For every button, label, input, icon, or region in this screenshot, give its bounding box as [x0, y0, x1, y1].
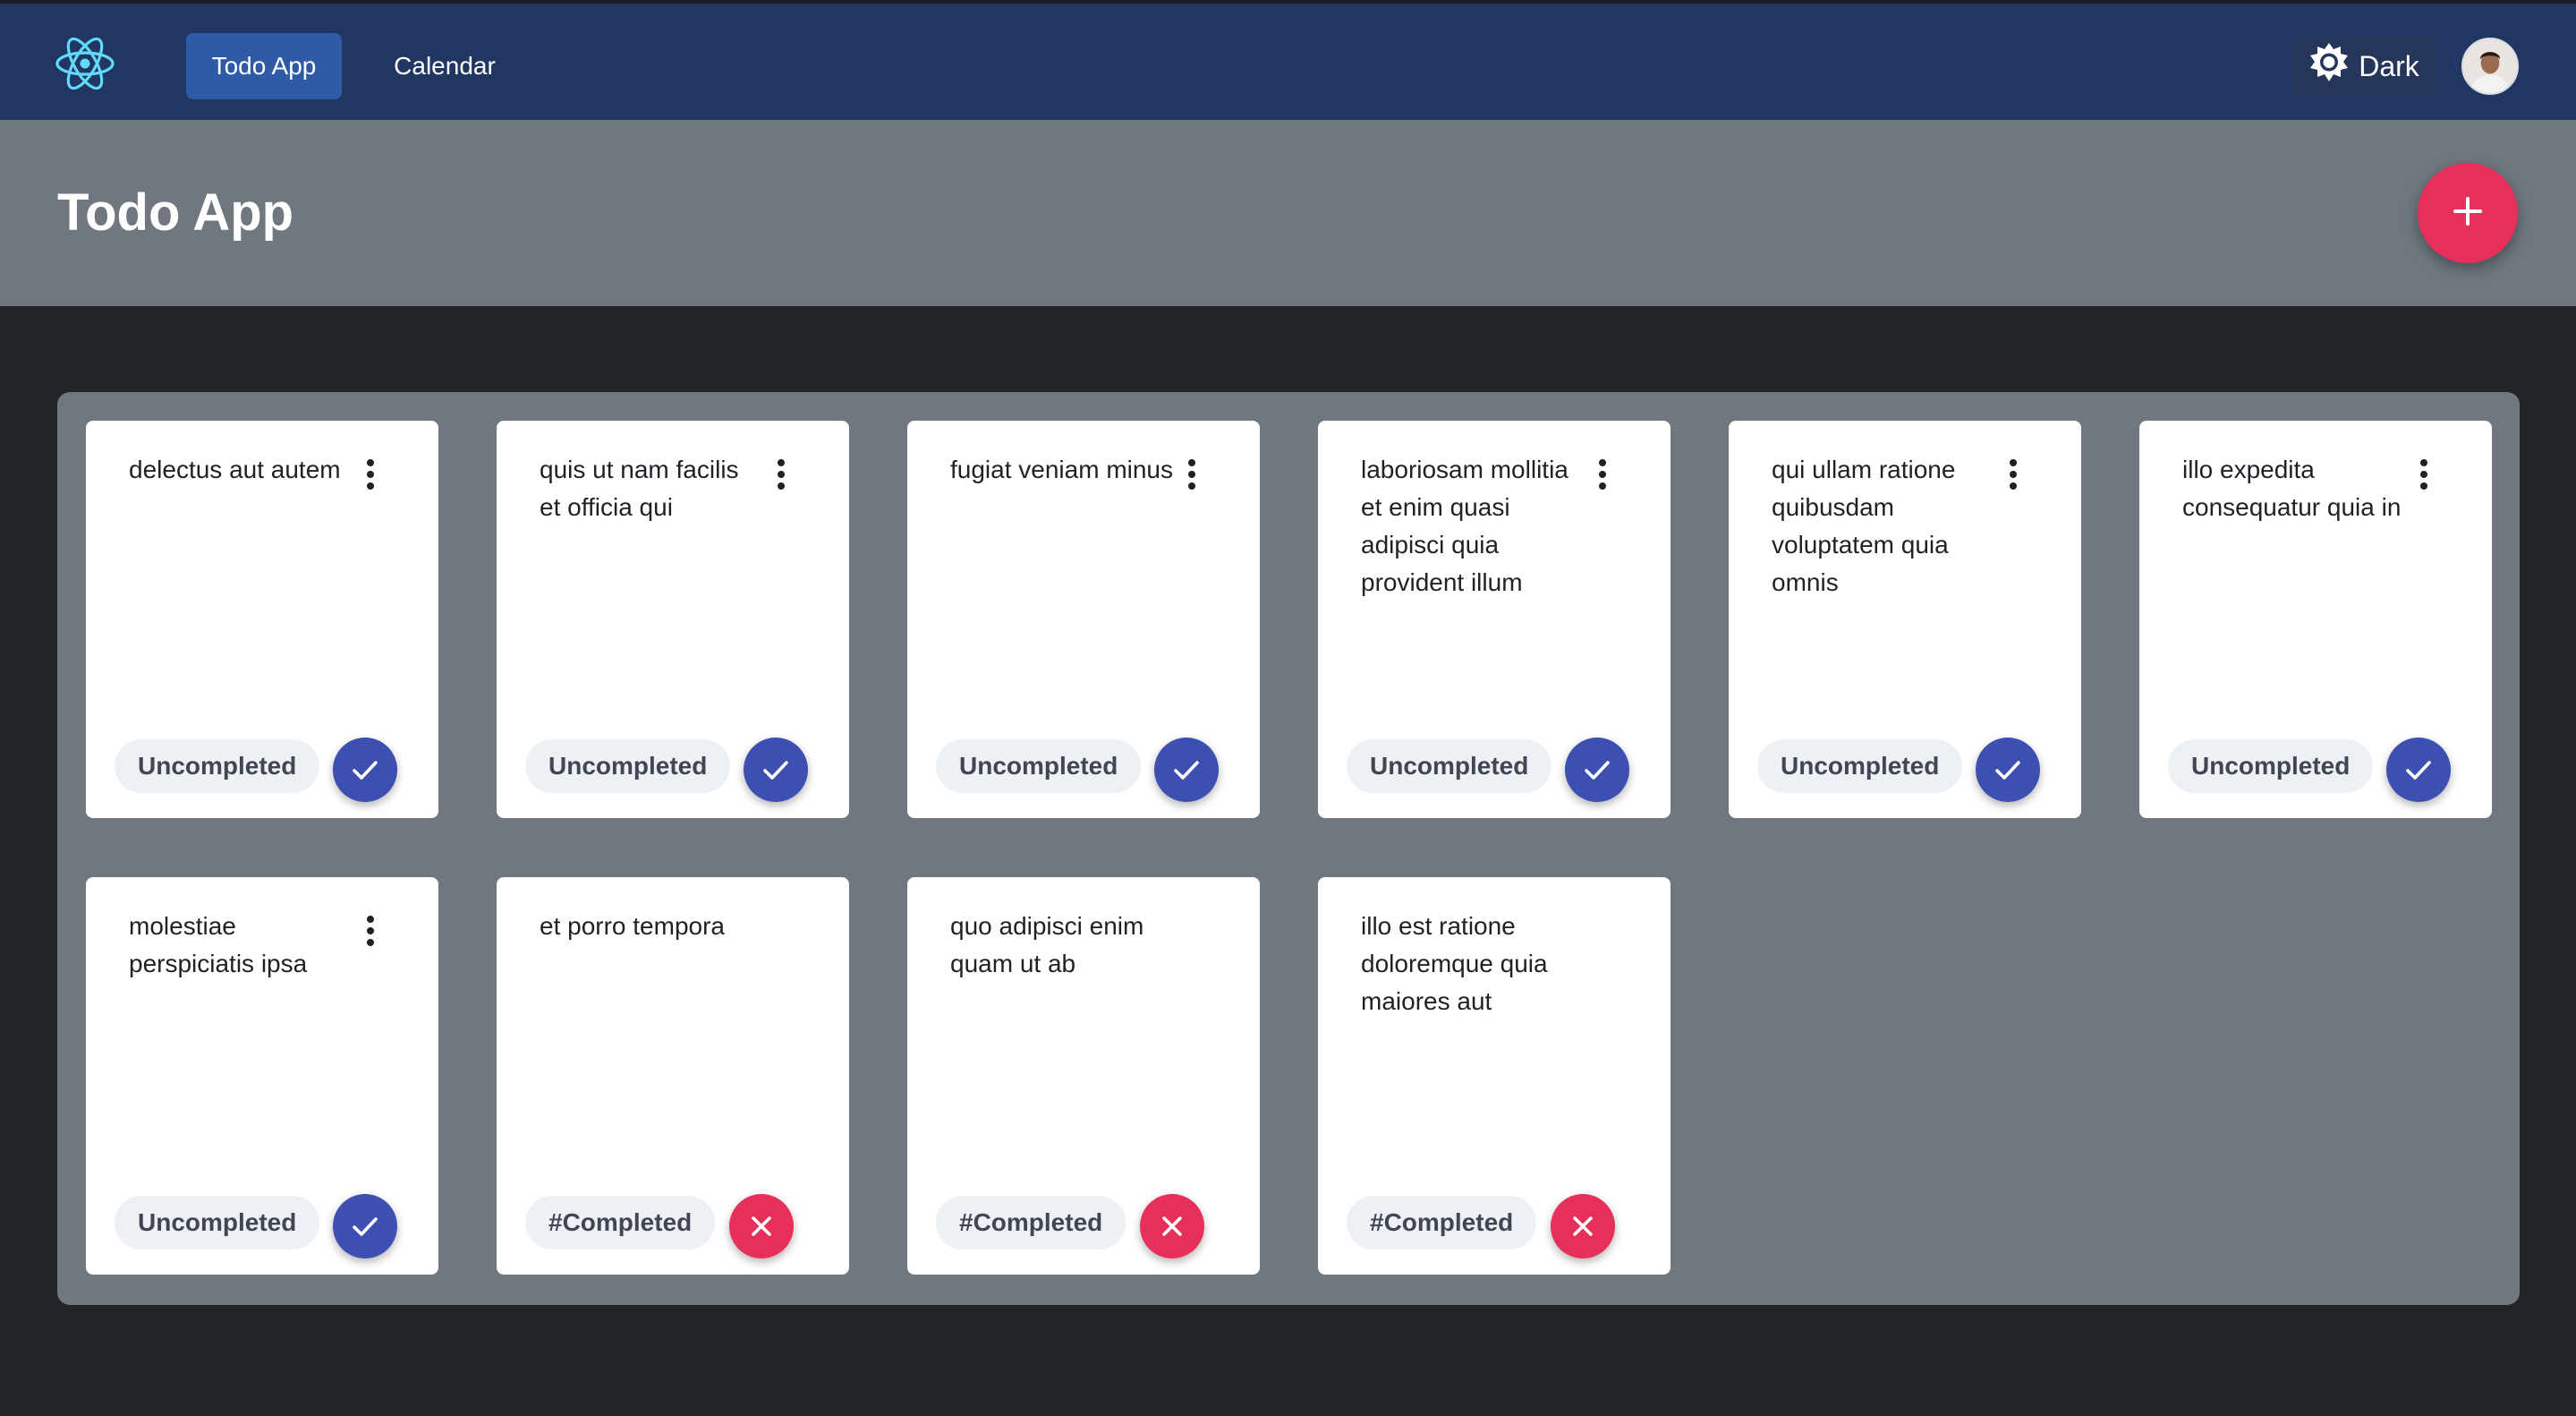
check-icon	[353, 1217, 378, 1236]
status-badge: Uncompleted	[936, 739, 1142, 793]
theme-toggle-button[interactable]: Dark	[2292, 36, 2436, 97]
todo-title: molestiae perspiciatis ipsa	[129, 912, 308, 977]
mark-uncompleted-button[interactable]	[1140, 1194, 1204, 1258]
more-options-icon[interactable]	[765, 455, 797, 494]
page-header: Todo App	[0, 120, 2576, 306]
mark-completed-button[interactable]	[2386, 738, 2451, 802]
more-options-icon[interactable]	[2408, 455, 2440, 494]
add-todo-button[interactable]	[2418, 163, 2518, 263]
close-icon	[752, 1216, 771, 1236]
check-icon	[1995, 761, 2020, 780]
mark-completed-button[interactable]	[333, 1194, 397, 1258]
mark-uncompleted-button[interactable]	[729, 1194, 794, 1258]
theme-label: Dark	[2359, 49, 2419, 82]
user-avatar[interactable]	[2461, 38, 2519, 95]
mark-uncompleted-button[interactable]	[1551, 1194, 1615, 1258]
check-icon	[1174, 761, 1199, 780]
close-icon	[1162, 1216, 1182, 1236]
more-options-icon[interactable]	[1997, 455, 2029, 494]
mark-completed-button[interactable]	[333, 738, 397, 802]
todo-title: laboriosam mollitia et enim quasi adipis…	[1361, 456, 1569, 596]
todo-card: quis ut nam facilis et officia qui Uncomp…	[497, 421, 849, 818]
todo-card: fugiat veniam minus Uncompleted	[907, 421, 1260, 818]
todo-card: molestiae perspiciatis ipsa Uncompleted	[86, 877, 438, 1275]
status-badge: Uncompleted	[1347, 739, 1552, 793]
todo-card: illo expedita consequatur quia in Uncompl…	[2139, 421, 2492, 818]
page-title: Todo App	[57, 183, 294, 242]
status-badge: Uncompleted	[115, 1196, 320, 1250]
mark-completed-button[interactable]	[1565, 738, 1629, 802]
todo-title: illo expedita consequatur quia in	[2182, 456, 2402, 521]
check-icon	[353, 761, 378, 780]
status-badge: Uncompleted	[115, 739, 320, 793]
status-badge: #Completed	[525, 1196, 716, 1250]
plus-icon	[2448, 192, 2487, 235]
check-icon	[1585, 761, 1610, 780]
todo-title: quo adipisci enim quam ut ab	[950, 912, 1144, 977]
mark-completed-button[interactable]	[1154, 738, 1219, 802]
more-options-icon[interactable]	[354, 911, 387, 951]
todo-title: delectus aut autem	[129, 456, 341, 483]
top-navbar: Todo App Calendar Dark	[0, 0, 2576, 120]
todo-card: et porro tempora #Completed	[497, 877, 849, 1275]
status-badge: Uncompleted	[2168, 739, 2374, 793]
todo-board: delectus aut autem Uncompleted quis ut nam…	[57, 392, 2520, 1305]
more-options-icon[interactable]	[1586, 455, 1619, 494]
todo-card: delectus aut autem Uncompleted	[86, 421, 438, 818]
todo-title: quis ut nam facilis et officia qui	[540, 456, 739, 521]
todo-title: qui ullam ratione quibusdam voluptatem q…	[1772, 456, 1956, 596]
mark-completed-button[interactable]	[1976, 738, 2040, 802]
sun-icon	[2308, 42, 2350, 90]
todo-title: et porro tempora	[540, 912, 725, 940]
check-icon	[2406, 761, 2431, 780]
mark-completed-button[interactable]	[744, 738, 808, 802]
react-atom-icon[interactable]	[54, 36, 116, 91]
status-badge: Uncompleted	[1757, 739, 1963, 793]
todo-card: qui ullam ratione quibusdam voluptatem q…	[1729, 421, 2081, 818]
nav-todo-app[interactable]: Todo App	[186, 33, 342, 99]
check-icon	[763, 761, 788, 780]
more-options-icon[interactable]	[354, 455, 387, 494]
todo-card: illo est ratione doloremque quia maiores…	[1318, 877, 1671, 1275]
nav-calendar[interactable]: Calendar	[374, 33, 515, 99]
todo-title: fugiat veniam minus	[950, 456, 1174, 483]
status-badge: Uncompleted	[525, 739, 731, 793]
todo-card: laboriosam mollitia et enim quasi adipis…	[1318, 421, 1671, 818]
todo-card: quo adipisci enim quam ut ab #Completed	[907, 877, 1260, 1275]
status-badge: #Completed	[936, 1196, 1126, 1250]
todo-title: illo est ratione doloremque quia maiores…	[1361, 912, 1548, 1015]
more-options-icon[interactable]	[1176, 455, 1208, 494]
status-badge: #Completed	[1347, 1196, 1537, 1250]
close-icon	[1573, 1216, 1593, 1236]
